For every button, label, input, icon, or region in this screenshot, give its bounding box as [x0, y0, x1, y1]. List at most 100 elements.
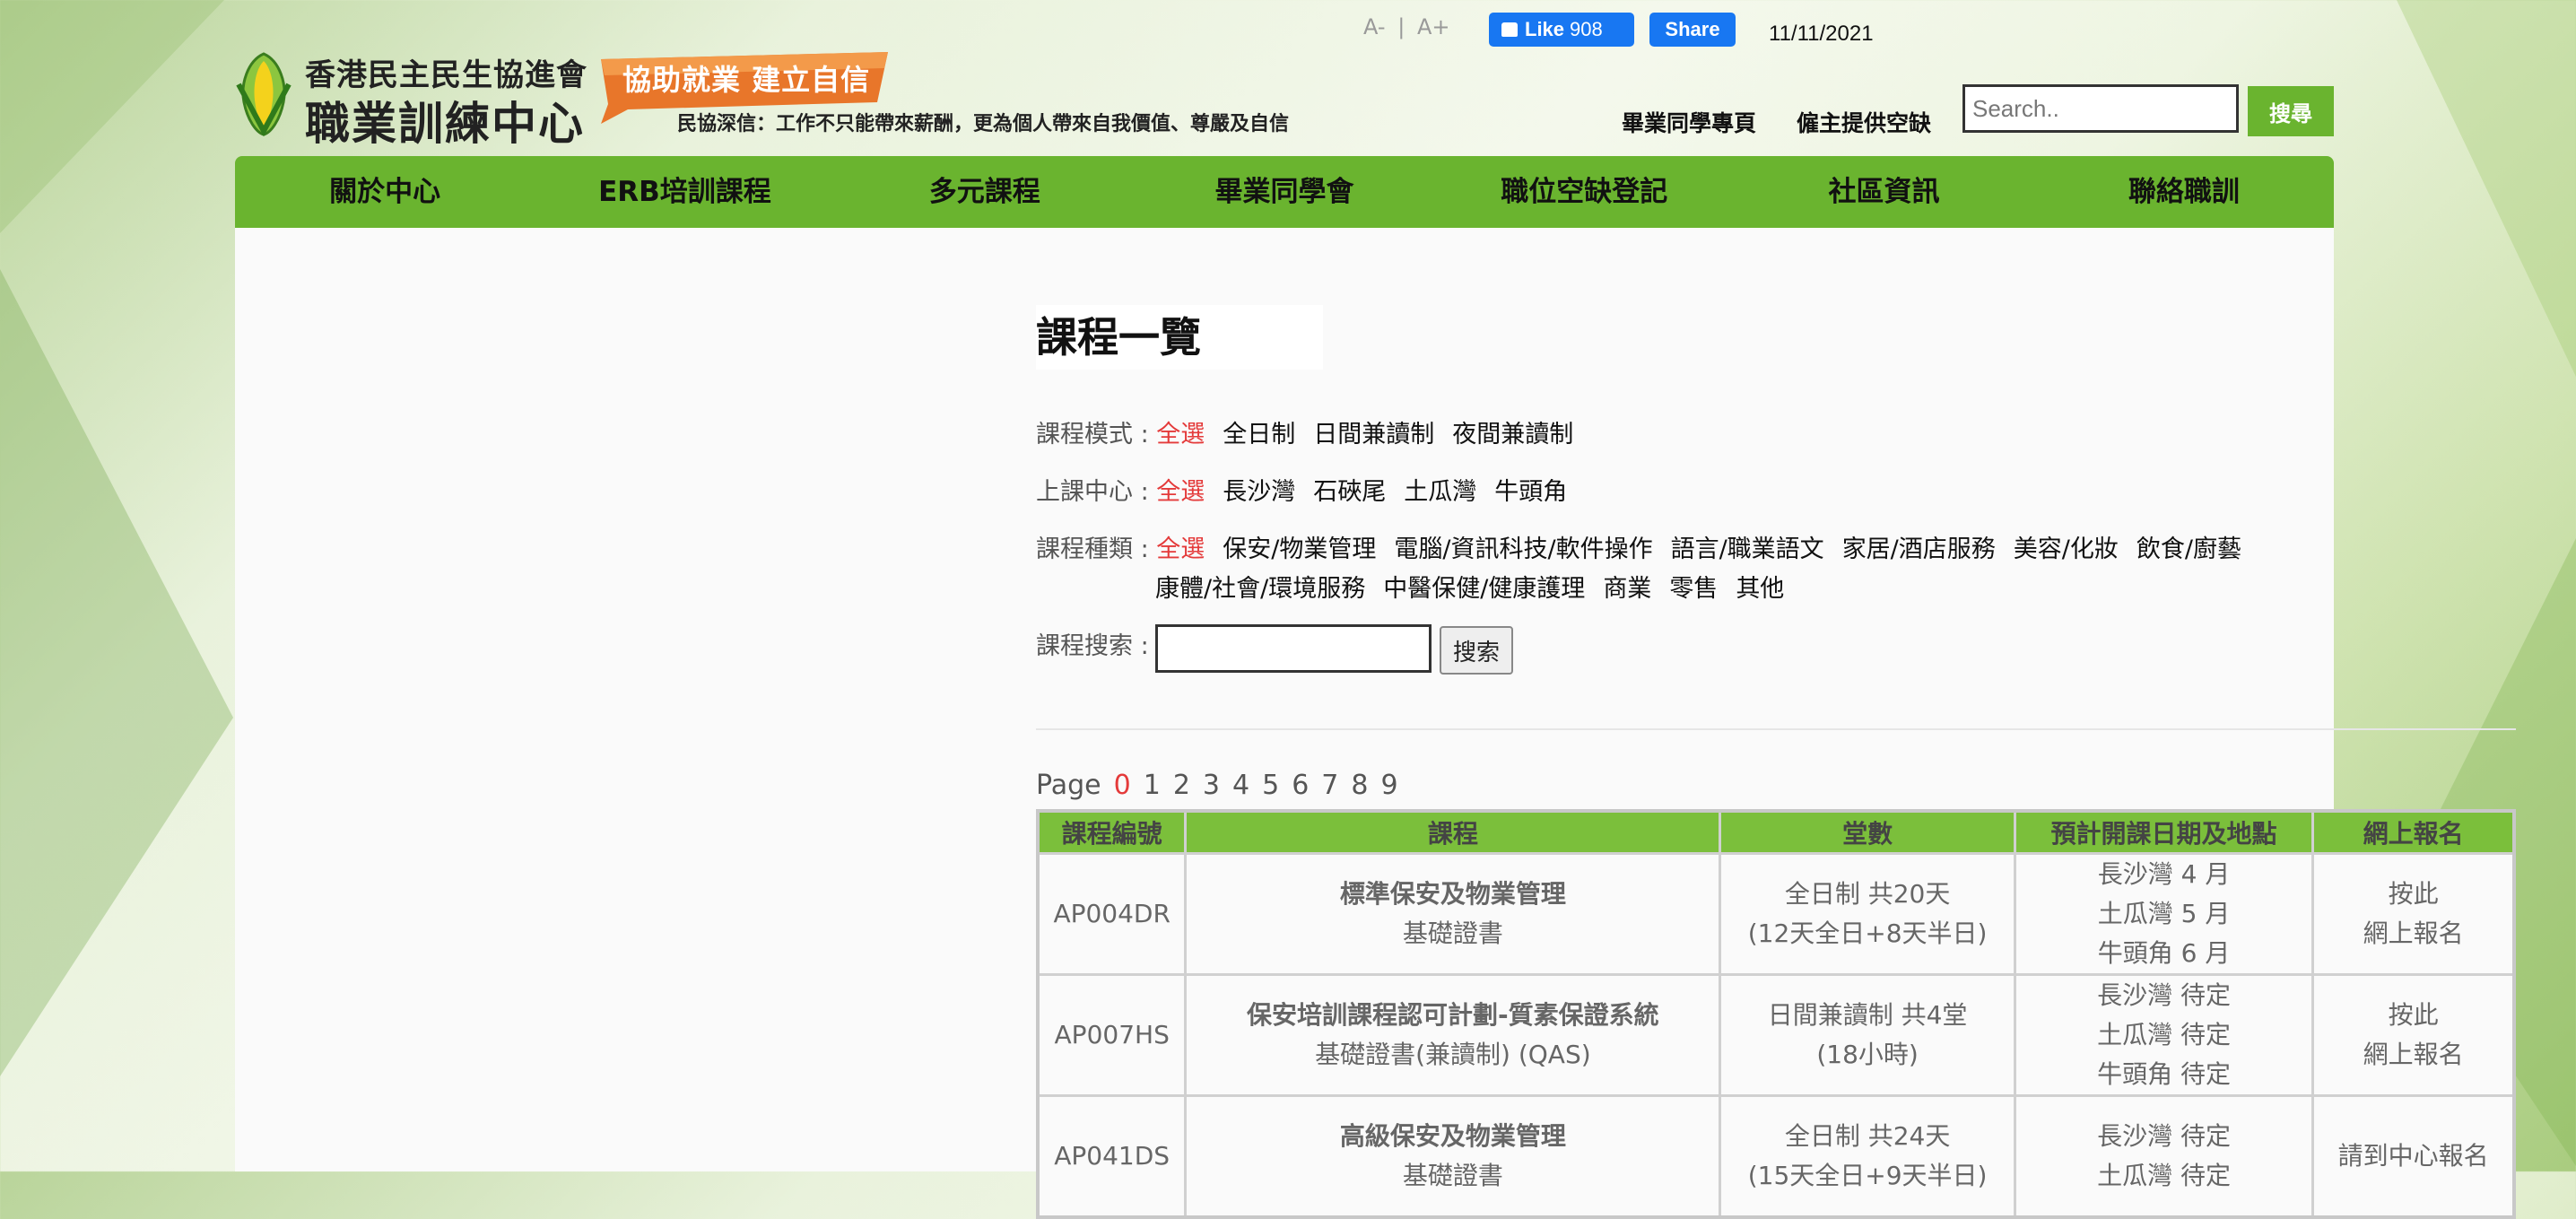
- pagination-label: Page: [1036, 770, 1101, 801]
- site-search-button[interactable]: 搜尋: [2248, 86, 2334, 136]
- page-link[interactable]: 9: [1380, 770, 1397, 801]
- course-sessions: 日間兼讀制 共4堂 (18小時): [1719, 973, 2016, 1097]
- nav-alumni[interactable]: 畢業同學會: [1135, 156, 1434, 228]
- filter-category: 課程種類 : 全選 保安/物業管理 電腦/資訊科技/軟件操作 語言/職業語文 家居/酒店…: [1036, 529, 2259, 564]
- course-name-cell[interactable]: 保安培訓課程認可計劃-質素保證系統 基礎證書(兼讀制) (QAS): [1184, 973, 1722, 1097]
- nav-erb-courses[interactable]: ERB培訓課程: [535, 156, 834, 228]
- sessions-main: 全日制 共20天: [1784, 879, 1951, 909]
- filter-option[interactable]: 全選: [1156, 421, 1205, 448]
- course-certificate: 基礎證書: [1402, 919, 1503, 948]
- filter-option[interactable]: 中醫保健/健康護理: [1383, 575, 1585, 603]
- column-header: 課程: [1184, 809, 1722, 855]
- course-name[interactable]: 標準保安及物業管理: [1340, 879, 1566, 909]
- page-link[interactable]: 1: [1144, 770, 1161, 801]
- course-sessions: 全日制 共24天 (15天全日+9天半日): [1719, 1094, 2016, 1219]
- page-link[interactable]: 0: [1114, 770, 1131, 801]
- font-decrease-link[interactable]: A-: [1363, 14, 1386, 39]
- site-search-input[interactable]: [1962, 84, 2239, 133]
- course-dates: 長沙灣 待定 土瓜灣 待定 牛頭角 待定: [2013, 973, 2315, 1097]
- filter-option[interactable]: 全日制: [1223, 421, 1295, 448]
- filter-option[interactable]: 語言/職業語文: [1671, 535, 1824, 563]
- filter-option[interactable]: 牛頭角: [1494, 478, 1567, 506]
- filter-center: 上課中心 : 全選 長沙灣 石硤尾 土瓜灣 牛頭角: [1036, 472, 1585, 507]
- course-search-button[interactable]: 搜索: [1440, 626, 1513, 675]
- page-link[interactable]: 7: [1321, 770, 1338, 801]
- page-title: 課程一覽: [1036, 305, 1323, 370]
- filter-option[interactable]: 零售: [1669, 575, 1718, 603]
- column-header: 堂數: [1719, 809, 2016, 855]
- nav-job-vacancy[interactable]: 職位空缺登記: [1434, 156, 1734, 228]
- course-search-input[interactable]: [1155, 624, 1432, 673]
- course-name-cell[interactable]: 高級保安及物業管理 基礎證書: [1184, 1094, 1722, 1219]
- course-name[interactable]: 高級保安及物業管理: [1340, 1121, 1566, 1151]
- facebook-share-button[interactable]: Share: [1649, 13, 1736, 47]
- page-link[interactable]: 5: [1262, 770, 1279, 801]
- facebook-like-button[interactable]: Like 908: [1489, 13, 1634, 47]
- filter-option[interactable]: 康體/社會/環境服務: [1155, 575, 1365, 603]
- apply-link-line1[interactable]: 按此: [2389, 879, 2439, 909]
- page-link[interactable]: 8: [1351, 770, 1368, 801]
- apply-link-line2[interactable]: 網上報名: [2363, 1040, 2464, 1069]
- pagination: Page 0 1 2 3 4 5 6 7 8 9: [1036, 770, 1398, 801]
- corn-logo-icon: [236, 52, 292, 136]
- apply-online-link[interactable]: 按此 網上報名: [2311, 852, 2516, 976]
- course-name-cell[interactable]: 標準保安及物業管理 基礎證書: [1184, 852, 1722, 976]
- course-code: AP041DS: [1036, 1094, 1188, 1219]
- filter-option[interactable]: 電腦/資訊科技/軟件操作: [1394, 535, 1652, 563]
- date-location: 牛頭角 待定: [2097, 1059, 2232, 1089]
- course-dates: 長沙灣 4 月土瓜灣 5 月牛頭角 6 月: [2013, 852, 2315, 976]
- column-header: 網上報名: [2311, 809, 2516, 855]
- filter-option[interactable]: 家居/酒店服務: [1842, 535, 1996, 563]
- filter-label: 上課中心 :: [1036, 478, 1157, 506]
- main-nav: 關於中心 ERB培訓課程 多元課程 畢業同學會 職位空缺登記 社區資訊 聯絡職訓: [235, 156, 2334, 228]
- apply-link-line2[interactable]: 網上報名: [2363, 919, 2464, 948]
- filter-option[interactable]: 土瓜灣: [1404, 478, 1476, 506]
- filter-option[interactable]: 保安/物業管理: [1223, 535, 1376, 563]
- sessions-detail: (12天全日+8天半日): [1747, 919, 1988, 948]
- filter-option[interactable]: 夜間兼讀制: [1452, 421, 1573, 448]
- page-link[interactable]: 4: [1232, 770, 1249, 801]
- filter-option[interactable]: 日間兼讀制: [1313, 421, 1434, 448]
- nav-community[interactable]: 社區資訊: [1734, 156, 2033, 228]
- site-logo[interactable]: 香港民主民生協進會 職業訓練中心: [235, 48, 594, 150]
- course-certificate: 基礎證書: [1402, 1161, 1503, 1190]
- filter-option[interactable]: 全選: [1156, 535, 1205, 563]
- course-name[interactable]: 保安培訓課程認可計劃-質素保證系統: [1247, 1000, 1659, 1030]
- divider: [1036, 728, 2516, 730]
- date-location: 土瓜灣 待定: [2097, 1020, 2232, 1049]
- page-link[interactable]: 6: [1292, 770, 1309, 801]
- alumni-page-link[interactable]: 畢業同學專頁: [1622, 106, 1756, 138]
- apply-online-link[interactable]: 按此 網上報名: [2311, 973, 2516, 1097]
- date-location: 長沙灣 待定: [2097, 1121, 2232, 1151]
- filter-option[interactable]: 全選: [1156, 478, 1205, 506]
- filter-option[interactable]: 其他: [1736, 575, 1784, 603]
- filter-label: 課程搜索 :: [1036, 632, 1149, 660]
- filter-option[interactable]: 石硤尾: [1313, 478, 1386, 506]
- course-code: AP007HS: [1036, 973, 1188, 1097]
- course-table: 課程編號 課程 堂數 預計開課日期及地點 網上報名 AP004DR 標準保安及物…: [1036, 809, 2516, 1219]
- column-header: 預計開課日期及地點: [2013, 809, 2315, 855]
- table-row: AP041DS 高級保安及物業管理 基礎證書 全日制 共24天 (15天全日+9天半…: [1036, 1094, 2516, 1219]
- apply-link-line1[interactable]: 按此: [2389, 1000, 2439, 1030]
- nav-diverse-courses[interactable]: 多元課程: [835, 156, 1135, 228]
- filter-course-mode: 課程模式 : 全選 全日制 日間兼讀制 夜間兼讀制: [1036, 414, 1591, 449]
- table-row: AP004DR 標準保安及物業管理 基礎證書 全日制 共20天 (12天全日+8天半…: [1036, 852, 2516, 976]
- filter-option[interactable]: 美容/化妝: [2014, 535, 2119, 563]
- facebook-like-count: 908: [1570, 18, 1603, 40]
- table-header-row: 課程編號 課程 堂數 預計開課日期及地點 網上報名: [1036, 809, 2516, 855]
- filter-option[interactable]: 飲食/廚藝: [2137, 535, 2241, 563]
- table-row: AP007HS 保安培訓課程認可計劃-質素保證系統 基礎證書(兼讀制) (QAS)…: [1036, 973, 2516, 1097]
- font-increase-link[interactable]: A+: [1417, 14, 1450, 39]
- page-link[interactable]: 3: [1203, 770, 1220, 801]
- date-location: 土瓜灣 5 月: [2097, 899, 2231, 928]
- employer-vacancy-link[interactable]: 僱主提供空缺: [1797, 106, 1931, 138]
- banner-slogan: 協助就業 建立自信: [622, 63, 871, 97]
- page-link[interactable]: 2: [1173, 770, 1190, 801]
- filter-option[interactable]: 長沙灣: [1223, 478, 1295, 506]
- sessions-detail: (18小時): [1816, 1040, 1919, 1069]
- nav-contact[interactable]: 聯絡職訓: [2034, 156, 2334, 228]
- filter-label: 課程模式 :: [1036, 421, 1157, 448]
- nav-about[interactable]: 關於中心: [235, 156, 535, 228]
- filter-option[interactable]: 商業: [1603, 575, 1651, 603]
- filter-label: 課程種類 :: [1036, 535, 1157, 563]
